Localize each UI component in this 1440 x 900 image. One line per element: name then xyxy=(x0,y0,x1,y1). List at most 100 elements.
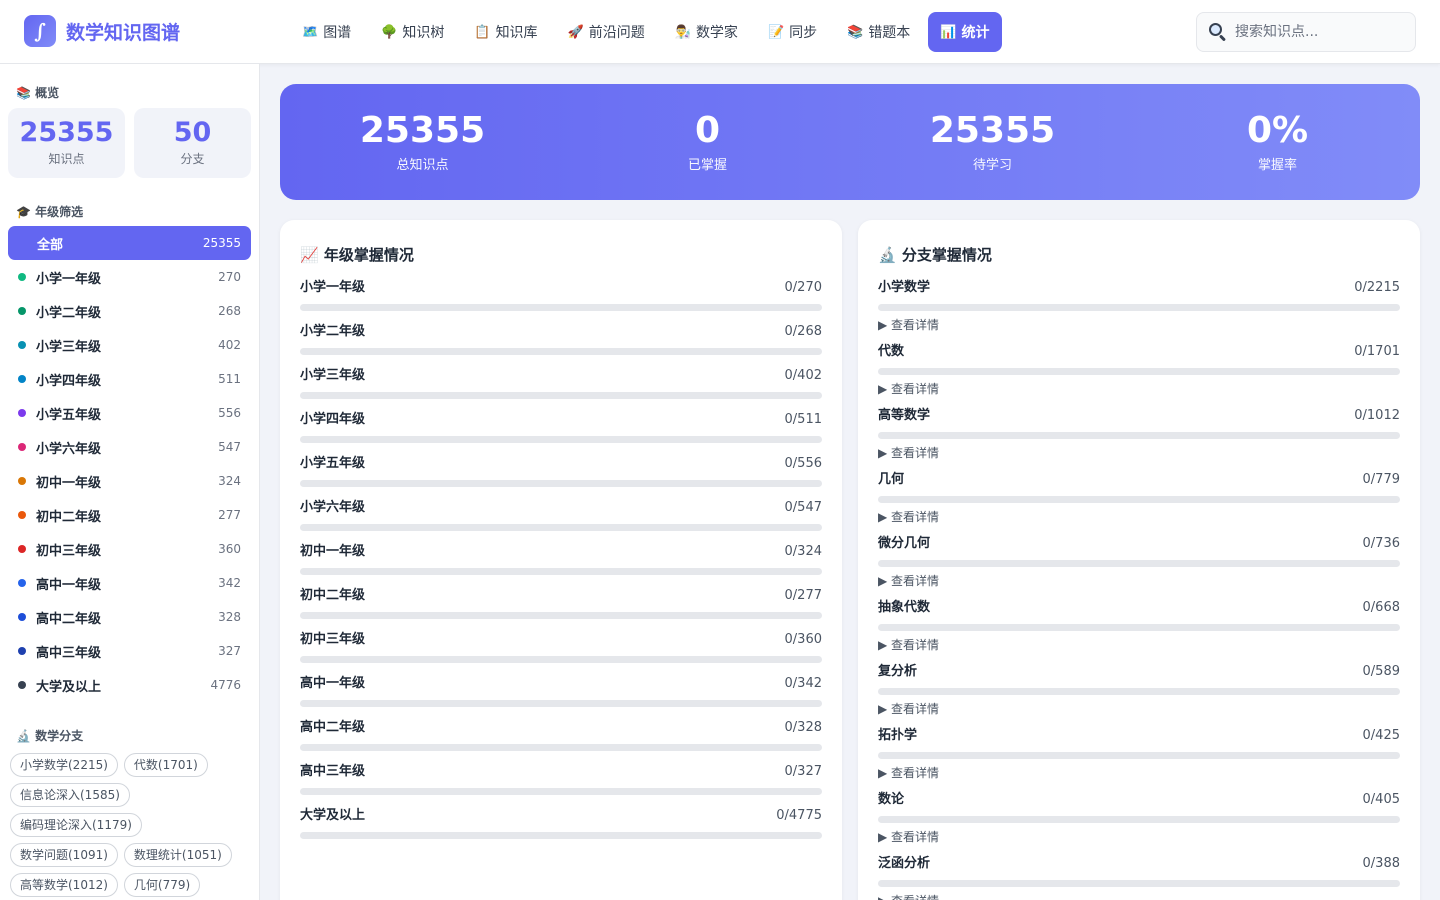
grade-filter-item[interactable]: 小学四年级 511 xyxy=(8,362,251,396)
nav-tab-icon: 🚀 xyxy=(567,24,584,40)
view-details-toggle[interactable]: ▶ 查看详情 xyxy=(878,636,1400,654)
grade-filter-item[interactable]: 小学三年级 402 xyxy=(8,328,251,362)
nav-tab-7[interactable]: 📊 统计 xyxy=(928,12,1002,52)
grade-filter-count: 511 xyxy=(218,372,241,386)
grade-filter-item[interactable]: 小学五年级 556 xyxy=(8,396,251,430)
grade-filter-item[interactable]: 初中二年级 277 xyxy=(8,498,251,532)
progress-row-label: 微分几何 xyxy=(878,536,931,551)
progress-row-label: 复分析 xyxy=(878,664,918,679)
view-details-toggle[interactable]: ▶ 查看详情 xyxy=(878,828,1400,846)
grade-color-dot xyxy=(18,511,26,519)
grade-filter-item[interactable]: 初中三年级 360 xyxy=(8,532,251,566)
progress-bar xyxy=(878,496,1400,503)
progress-row-header: 微分几何 0/736 xyxy=(878,534,1400,554)
progress-row-value: 0/405 xyxy=(1362,792,1400,807)
summary-stat: 25355 待学习 xyxy=(850,84,1135,200)
progress-row-label: 数论 xyxy=(878,792,905,807)
grade-filter-count: 268 xyxy=(218,304,241,318)
view-details-toggle[interactable]: ▶ 查看详情 xyxy=(878,444,1400,462)
nav-tab-icon: 👨‍🔬 xyxy=(674,24,691,40)
view-details-toggle[interactable]: ▶ 查看详情 xyxy=(878,572,1400,590)
overview-title: 📚 概览 xyxy=(16,86,60,100)
grade-filter-item[interactable]: 初中一年级 324 xyxy=(8,464,251,498)
view-details-toggle[interactable]: ▶ 查看详情 xyxy=(878,764,1400,782)
view-details-toggle[interactable]: ▶ 查看详情 xyxy=(878,700,1400,718)
app-title[interactable]: 数学知识图谱 xyxy=(66,18,180,45)
grade-filter-label: 小学一年级 xyxy=(36,271,102,287)
progress-row-value: 0/547 xyxy=(784,500,822,515)
branch-progress-row: 抽象代数 0/668 ▶ 查看详情 xyxy=(878,598,1400,662)
grade-panel-title: 📈 年级掌握情况 xyxy=(300,246,414,264)
progress-row-label: 高等数学 xyxy=(878,408,931,423)
progress-row-label: 抽象代数 xyxy=(878,600,931,615)
search-box[interactable] xyxy=(1196,12,1416,52)
progress-row-header: 初中三年级 0/360 xyxy=(300,630,822,650)
nav-tab-3[interactable]: 🚀 前沿问题 xyxy=(556,12,657,52)
overview-value: 50 xyxy=(173,117,212,148)
progress-row-label: 小学五年级 xyxy=(300,456,366,471)
main-nav: 🗺️ 图谱 🌳 知识树 📋 知识库 🚀 前沿问题 👨‍🔬 数学家 📝 同步 📚 错题本 📊 统计 xyxy=(290,12,1002,52)
grade-filter-item[interactable]: 小学二年级 268 xyxy=(8,294,251,328)
branch-progress-row: 代数 0/1701 ▶ 查看详情 xyxy=(878,342,1400,406)
nav-tab-4[interactable]: 👨‍🔬 数学家 xyxy=(663,12,750,52)
grade-filter-count: 360 xyxy=(218,542,241,556)
grade-color-dot xyxy=(18,307,26,315)
progress-row-header: 小学五年级 0/556 xyxy=(300,454,822,474)
branch-panel-title: 🔬 分支掌握情况 xyxy=(878,246,992,264)
branch-chip[interactable]: 代数(1701) xyxy=(123,753,208,777)
branch-title: 🔬 数学分支 xyxy=(16,729,84,743)
view-details-toggle[interactable]: ▶ 查看详情 xyxy=(878,892,1400,900)
branch-chip[interactable]: 数理统计(1051) xyxy=(123,843,232,867)
progress-row-value: 0/360 xyxy=(784,632,822,647)
grade-progress-row: 初中三年级 0/360 xyxy=(300,630,822,674)
search-input[interactable] xyxy=(1235,24,1395,40)
progress-row-header: 高中三年级 0/327 xyxy=(300,762,822,782)
branch-chip[interactable]: 高等数学(1012) xyxy=(10,873,118,897)
progress-row-label: 拓扑学 xyxy=(878,728,918,743)
grade-filter-title: 🎓 年级筛选 xyxy=(16,205,84,219)
nav-tab-5[interactable]: 📝 同步 xyxy=(756,12,829,52)
grade-filter-item[interactable]: 高中一年级 342 xyxy=(8,566,251,600)
progress-row-header: 拓扑学 0/425 xyxy=(878,726,1400,746)
progress-row-label: 高中二年级 xyxy=(300,720,366,735)
progress-bar xyxy=(300,832,822,839)
grade-filter-item[interactable]: 高中二年级 328 xyxy=(8,600,251,634)
branch-chip[interactable]: 数学问题(1091) xyxy=(10,843,118,867)
nav-tab-0[interactable]: 🗺️ 图谱 xyxy=(290,12,363,52)
summary-stat-label: 掌握率 xyxy=(1257,158,1297,173)
view-details-toggle[interactable]: ▶ 查看详情 xyxy=(878,316,1400,334)
grade-filter-label: 小学六年级 xyxy=(36,441,102,457)
grade-filter-count: 342 xyxy=(218,576,241,590)
progress-row-header: 复分析 0/589 xyxy=(878,662,1400,682)
grade-filter-item[interactable]: 全部 25355 xyxy=(8,226,251,260)
view-details-toggle[interactable]: ▶ 查看详情 xyxy=(878,508,1400,526)
branch-progress-row: 复分析 0/589 ▶ 查看详情 xyxy=(878,662,1400,726)
grade-color-dot xyxy=(18,341,26,349)
app-header: ∫ 数学知识图谱 🗺️ 图谱 🌳 知识树 📋 知识库 🚀 前沿问题 👨‍🔬 数学家 📝 同步 📚 错题本 📊… xyxy=(0,0,1440,64)
branch-chip[interactable]: 信息论深入(1585) xyxy=(10,783,130,807)
summary-stat: 25355 总知识点 xyxy=(280,84,565,200)
grade-filter-item[interactable]: 大学及以上 4776 xyxy=(8,668,251,702)
nav-tab-1[interactable]: 🌳 知识树 xyxy=(369,12,456,52)
progress-row-label: 几何 xyxy=(878,472,905,487)
progress-row-value: 0/425 xyxy=(1362,728,1400,743)
grade-filter-item[interactable]: 小学一年级 270 xyxy=(8,260,251,294)
summary-stat-label: 总知识点 xyxy=(396,158,449,173)
nav-tab-6[interactable]: 📚 错题本 xyxy=(835,12,922,52)
nav-tab-2[interactable]: 📋 知识库 xyxy=(462,12,549,52)
progress-row-value: 0/277 xyxy=(784,588,822,603)
nav-tab-icon: 📋 xyxy=(474,24,491,40)
logo-icon[interactable]: ∫ xyxy=(24,15,56,47)
branch-chip[interactable]: 编码理论深入(1179) xyxy=(10,813,142,837)
view-details-toggle[interactable]: ▶ 查看详情 xyxy=(878,380,1400,398)
branch-chip[interactable]: 几何(779) xyxy=(123,873,201,897)
nav-tab-icon: 🗺️ xyxy=(302,24,319,40)
progress-row-header: 小学三年级 0/402 xyxy=(300,366,822,386)
progress-bar xyxy=(300,348,822,355)
progress-bar xyxy=(878,560,1400,567)
grade-filter-item[interactable]: 小学六年级 547 xyxy=(8,430,251,464)
grade-filter-label: 全部 xyxy=(37,237,64,253)
branch-chip[interactable]: 小学数学(2215) xyxy=(10,753,118,777)
grade-filter-item[interactable]: 高中三年级 327 xyxy=(8,634,251,668)
summary-stat-value: 25355 xyxy=(359,110,486,151)
